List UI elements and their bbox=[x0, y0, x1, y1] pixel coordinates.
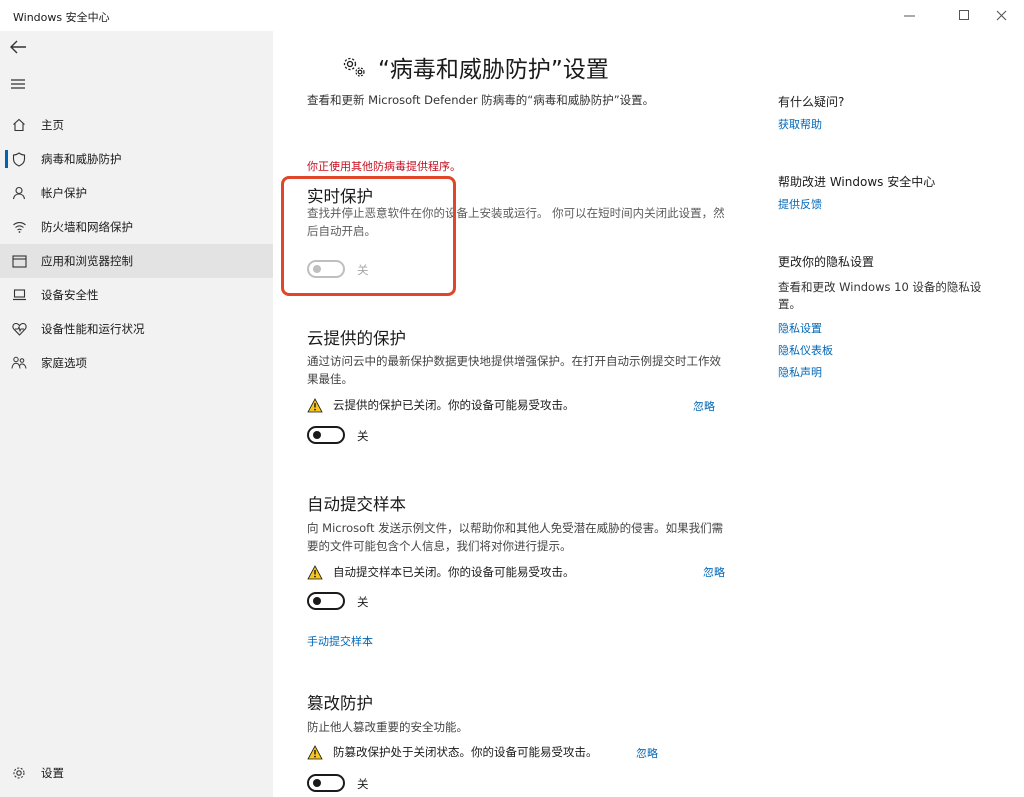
sidebar-item-home[interactable]: 主页 bbox=[0, 108, 273, 142]
page-title-text: “病毒和威胁防护”设置 bbox=[378, 57, 609, 83]
sidebar-item-label: 应用和浏览器控制 bbox=[41, 254, 133, 268]
cloud-protection-toggle[interactable] bbox=[307, 426, 345, 444]
back-arrow-icon[interactable] bbox=[9, 39, 29, 55]
manual-submit-sample-link[interactable]: 手动提交样本 bbox=[307, 633, 373, 649]
page-subtitle: 查看和更新 Microsoft Defender 防病毒的“病毒和威胁防护”设置… bbox=[307, 93, 655, 107]
gear-icon bbox=[11, 765, 27, 781]
warning-icon bbox=[307, 397, 323, 412]
privacy-settings-link[interactable]: 隐私设置 bbox=[778, 320, 822, 336]
toggle-knob bbox=[313, 779, 321, 787]
tamper-protection-toggle-label: 关 bbox=[357, 777, 369, 791]
sample-submission-alert: 自动提交样本已关闭。你的设备可能易受攻击。 bbox=[307, 564, 575, 580]
warning-icon bbox=[307, 744, 323, 759]
close-button[interactable] bbox=[978, 0, 1024, 31]
minimize-icon bbox=[903, 15, 915, 16]
sample-submission-title: 自动提交样本 bbox=[307, 495, 406, 514]
sample-submission-toggle-label: 关 bbox=[357, 595, 369, 609]
close-icon bbox=[996, 10, 1006, 21]
sidebar-item-app-browser-control[interactable]: 应用和浏览器控制 bbox=[0, 244, 273, 278]
cloud-protection-title: 云提供的保护 bbox=[307, 329, 406, 348]
tamper-protection-alert-text: 防篡改保护处于关闭状态。你的设备可能易受攻击。 bbox=[333, 745, 598, 759]
tamper-protection-desc: 防止他人篡改重要的安全功能。 bbox=[307, 720, 468, 734]
cloud-protection-alert: 云提供的保护已关闭。你的设备可能易受攻击。 bbox=[307, 397, 575, 413]
sample-submission-alert-text: 自动提交样本已关闭。你的设备可能易受攻击。 bbox=[333, 565, 575, 579]
sidebar-item-account-protection[interactable]: 帐户保护 bbox=[0, 176, 273, 210]
tamper-protection-toggle[interactable] bbox=[307, 774, 345, 792]
main-content: “病毒和威胁防护”设置 查看和更新 Microsoft Defender 防病毒… bbox=[273, 31, 1024, 797]
tamper-protection-title: 篡改防护 bbox=[307, 694, 373, 713]
family-icon bbox=[11, 355, 27, 371]
privacy-statement-link[interactable]: 隐私声明 bbox=[778, 364, 822, 380]
get-help-link[interactable]: 获取帮助 bbox=[778, 116, 822, 132]
hamburger-menu-icon[interactable] bbox=[10, 77, 26, 91]
sample-submission-toggle[interactable] bbox=[307, 592, 345, 610]
minimize-button[interactable] bbox=[886, 0, 932, 31]
maximize-icon bbox=[958, 10, 969, 20]
sidebar-item-label: 防火墙和网络保护 bbox=[41, 220, 133, 234]
settings-gears-icon bbox=[343, 57, 365, 77]
warning-icon bbox=[307, 564, 323, 579]
sample-submission-desc: 向 Microsoft 发送示例文件，以帮助你和其他人免受潜在威胁的侵害。如果我… bbox=[307, 521, 724, 553]
sidebar-item-label: 设置 bbox=[41, 766, 64, 780]
sidebar-item-virus-protection[interactable]: 病毒和威胁防护 bbox=[0, 142, 273, 176]
other-provider-notice: 你正使用其他防病毒提供程序。 bbox=[307, 160, 461, 173]
sidebar-item-device-health[interactable]: 设备性能和运行状况 bbox=[0, 312, 273, 346]
cloud-protection-desc: 通过访问云中的最新保护数据更快地提供增强保护。在打开自动示例提交时工作效果最佳。 bbox=[307, 354, 721, 386]
give-feedback-link[interactable]: 提供反馈 bbox=[778, 196, 822, 212]
shield-icon bbox=[11, 151, 27, 167]
person-icon bbox=[11, 185, 27, 201]
wifi-icon bbox=[11, 219, 27, 235]
active-indicator bbox=[5, 150, 8, 168]
toggle-knob bbox=[313, 431, 321, 439]
app-window-icon bbox=[11, 253, 27, 269]
cloud-protection-alert-text: 云提供的保护已关闭。你的设备可能易受攻击。 bbox=[333, 398, 575, 412]
sidebar-item-label: 家庭选项 bbox=[41, 356, 87, 370]
sidebar-item-label: 主页 bbox=[41, 118, 64, 132]
sample-submission-dismiss-link[interactable]: 忽略 bbox=[703, 564, 725, 580]
cloud-protection-dismiss-link[interactable]: 忽略 bbox=[693, 398, 715, 414]
improve-heading: 帮助改进 Windows 安全中心 bbox=[778, 175, 936, 189]
laptop-icon bbox=[11, 287, 27, 303]
sidebar-item-label: 病毒和威胁防护 bbox=[41, 152, 122, 166]
sidebar-item-family-options[interactable]: 家庭选项 bbox=[0, 346, 273, 380]
sidebar-item-label: 设备性能和运行状况 bbox=[41, 322, 145, 336]
sidebar-item-firewall[interactable]: 防火墙和网络保护 bbox=[0, 210, 273, 244]
tamper-protection-alert: 防篡改保护处于关闭状态。你的设备可能易受攻击。 bbox=[307, 744, 598, 760]
cloud-protection-toggle-label: 关 bbox=[357, 429, 369, 443]
sidebar-item-device-security[interactable]: 设备安全性 bbox=[0, 278, 273, 312]
heart-icon bbox=[11, 321, 27, 337]
sidebar: 主页 病毒和威胁防护 帐户保护 防火墙和网络保护 应用和浏览器控制 设备安全性 bbox=[0, 31, 273, 797]
privacy-heading: 更改你的隐私设置 bbox=[778, 255, 875, 269]
questions-heading: 有什么疑问? bbox=[778, 95, 845, 109]
sidebar-item-label: 帐户保护 bbox=[41, 186, 87, 200]
privacy-dashboard-link[interactable]: 隐私仪表板 bbox=[778, 342, 833, 358]
privacy-text: 查看和更改 Windows 10 设备的隐私设置。 bbox=[778, 280, 982, 311]
page-title: “病毒和威胁防护”设置 bbox=[342, 50, 609, 84]
tamper-protection-dismiss-link[interactable]: 忽略 bbox=[636, 745, 658, 761]
title-bar: Windows 安全中心 bbox=[0, 0, 1024, 31]
sidebar-item-settings[interactable]: 设置 bbox=[0, 756, 273, 790]
home-icon bbox=[11, 117, 27, 133]
toggle-knob bbox=[313, 597, 321, 605]
annotation-highlight-box bbox=[281, 176, 456, 296]
sidebar-item-label: 设备安全性 bbox=[41, 288, 99, 302]
window-title: Windows 安全中心 bbox=[13, 11, 110, 24]
